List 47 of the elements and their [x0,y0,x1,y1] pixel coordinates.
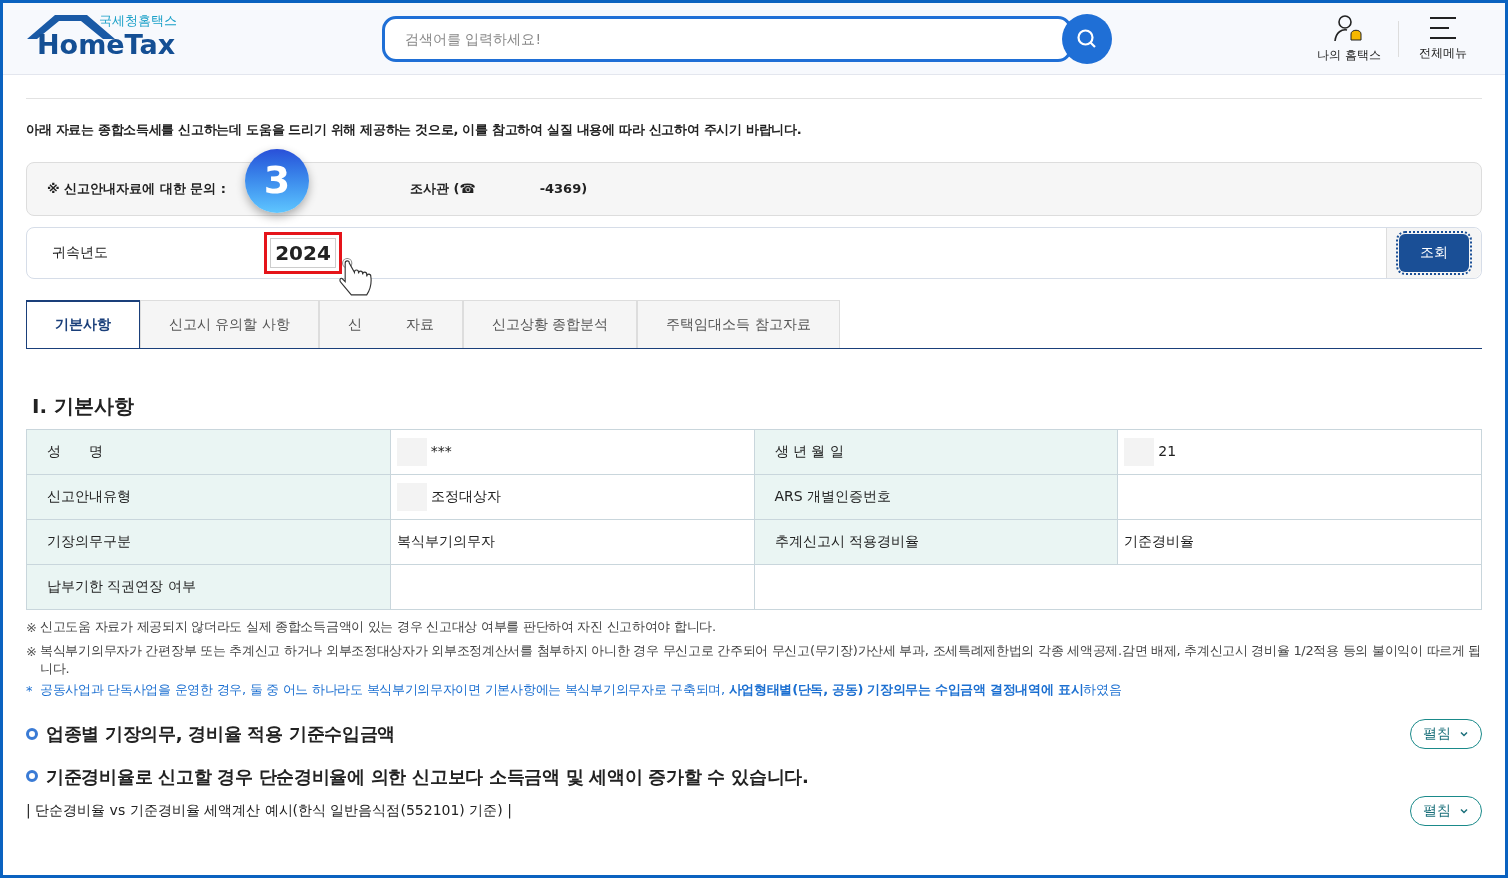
hometax-logo[interactable]: 국세청홈택스 HomeTax [25,10,185,67]
table-header-cell: 기장의무구분 [27,519,391,565]
step-badge: 3 [245,148,309,213]
note-text: 공동사업과 단독사업을 운영한 경우, 둘 중 어느 하나라도 복식부기의무자이면 기본사항에는 복식부기의무자로 구축되며, 사업형태별(단독, 공동) 기장의무는 수입금액 결정내역에 표시하였음 [40,681,1122,699]
tab[interactable]: 신고시 유의할 사항 [140,299,319,348]
logo-title: HomeTax [37,30,176,58]
search-submit-button[interactable]: 조회 [1399,233,1469,272]
table-header-cell: ARS 개별인증번호 [754,474,1119,520]
tab[interactable]: 신 자료 [318,299,463,348]
table-cell: 기준경비율 [1118,519,1482,565]
table-header-cell: 납부기한 직권연장 여부 [27,564,391,610]
year-field[interactable]: 2024 [270,237,336,268]
note-mark: * [26,682,34,700]
my-hometax-button[interactable]: 나의 홈택스 [1304,13,1394,64]
year-label: 귀속년도 [52,243,109,262]
bullet-icon [26,770,38,782]
officer-label: 조사관 (☎ [409,179,476,198]
all-menu-button[interactable]: 전체메뉴 [1403,15,1483,62]
section-heading: 업종별 기장의무, 경비율 적용 기준수입금액 [46,722,395,746]
table-cell: *** [390,429,755,475]
table-cell: 복식부기의무자 [390,519,755,565]
note-mark: ※ [26,618,38,637]
note-text: 신고도움 자료가 제공되지 않더라도 실제 종합소득금액이 있는 경우 신고대상 여부를 판단하여 자진 신고하여야 합니다. [40,617,716,636]
section-title: Ⅰ. 기본사항 [31,392,135,420]
logo-subtitle: 국세청홈택스 [99,11,177,30]
note-mark: ※ [26,643,38,661]
search-field[interactable]: 검색어를 입력하세요! [382,15,1072,62]
table-header-cell: 성 명 [27,429,391,475]
table-cell: 21 [1118,429,1482,475]
phone-number: -4369) [539,179,588,198]
section-heading: 기준경비율로 신고할 경우 단순경비율에 의한 신고보다 소득금액 및 세액이 증가할 수 있습니다. [46,764,809,789]
user-bell-icon [1333,13,1365,42]
tab[interactable]: 주택임대소득 참고자료 [637,299,840,348]
menu-icon [1429,15,1457,40]
table-cell: 조정대상자 [390,474,755,520]
bullet-icon [26,727,38,740]
inquiry-label: ※ 신고안내자료에 대한 문의 : [47,179,226,198]
table-header-cell: 생 년 월 일 [754,429,1119,475]
tab[interactable]: 기본사항 [26,299,140,348]
expand-button[interactable]: 펼침 [1410,795,1482,826]
tab[interactable]: 신고상황 종합분석 [462,299,638,348]
note-text: 복식부기의무자가 간편장부 또는 추계신고 하거나 외부조정대상자가 외부조정계산서를 첨부하지 아니한 경우 무신고로 간주되어 무신고(무기장)가산세 부과, 조세특례제한법의 각종 세액공제.감면 배제, 추계신고시 경비율 1/2적용 등의 불이익이 따르게 됩니다. [40,642,1482,678]
intro-text: 아래 자료는 종합소득세를 신고하는데 도움을 드리기 위해 제공하는 것으로, 이를 참고하여 실질 내용에 따라 신고하여 주시기 바랍니다. [26,121,803,139]
table-header-cell: 추계신고시 적용경비율 [754,519,1119,565]
table-header-cell: 신고안내유형 [27,474,391,520]
section-subtitle: | 단순경비율 vs 기준경비율 세액계산 예시(한식 일반음식점(552101) 기준) | [26,801,512,821]
expand-button[interactable]: 펼침 [1410,718,1482,749]
